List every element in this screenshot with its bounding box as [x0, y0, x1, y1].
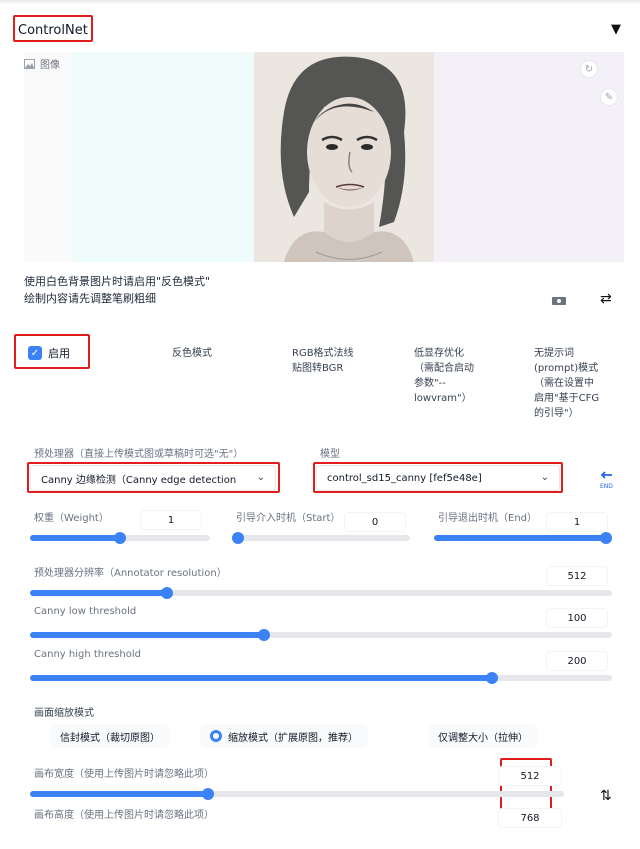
swap-dimensions-icon[interactable]: ⇅ [600, 788, 612, 804]
resize-option-label: 信封模式（裁切原图） [60, 732, 160, 744]
image-margin-left [72, 52, 254, 262]
guess-mode-label: 的引导"） [534, 408, 579, 419]
image-label: 图像 [24, 56, 60, 71]
resize-option-scale[interactable]: 缩放模式（扩展原图，推荐） [200, 724, 368, 748]
guidance-start-input[interactable]: 0 [344, 512, 406, 532]
canny-low-input[interactable]: 100 [546, 608, 608, 628]
canvas-width-label: 画布宽度（使用上传图片时请忽略此项） [34, 769, 214, 780]
image-label-text: 图像 [40, 60, 60, 71]
model-select[interactable]: control_sd15_canny [fef5e48e] ⌄ [316, 465, 560, 491]
slider-fill [434, 535, 606, 541]
canvas-width-input[interactable]: 512 [498, 766, 562, 786]
lowvram-label: 低显存优化 [414, 348, 464, 359]
weight-label: 权重（Weight） [34, 513, 109, 524]
usage-note-line: 绘制内容请先调整笔刷粗细 [24, 292, 156, 305]
canny-high-slider[interactable] [30, 672, 612, 684]
slider-thumb[interactable] [600, 532, 612, 544]
guess-mode-label: 无提示词 [534, 348, 574, 359]
slider-thumb[interactable] [258, 629, 270, 641]
portrait-sketch [254, 52, 434, 262]
invert-label: 反色模式 [172, 348, 212, 359]
canvas-height-label: 画布高度（使用上传图片时请忽略此项） [34, 810, 214, 821]
edit-icon[interactable]: ✎ [600, 88, 618, 106]
slider-fill [30, 632, 264, 638]
radio-selected-icon[interactable] [210, 730, 222, 742]
lowvram-option[interactable]: 低显存优化 （需配合启动 参数"-- lowvram"） [414, 346, 474, 406]
refresh-icon[interactable]: ↻ [580, 60, 598, 78]
svg-text:END: END [600, 483, 613, 490]
preprocessor-label: 预处理器（直接上传模式图或草稿时可选"无"） [34, 449, 244, 460]
preprocessor-value: Canny 边缘检测（Canny edge detection [41, 474, 237, 486]
guess-mode-label: （需在设置中 [534, 378, 594, 389]
resize-mode-title: 画面缩放模式 [34, 708, 94, 719]
annotator-resolution-slider[interactable] [30, 587, 612, 599]
guidance-end-label: 引导退出时机（End） [438, 513, 538, 524]
controlnet-panel: ControlNet ▼ 图像 ↻ ✎ 使用白色背景图片时请启用"反色模式" 绘… [0, 0, 640, 849]
camera-icon[interactable] [552, 296, 566, 305]
slider-thumb[interactable] [232, 532, 244, 544]
checkbox-checked-icon[interactable]: ✓ [28, 346, 42, 360]
model-label: 模型 [320, 449, 340, 460]
guidance-end-slider[interactable] [434, 532, 612, 544]
top-divider [0, 0, 640, 4]
triangle-down-icon[interactable]: ▼ [611, 22, 621, 37]
rgb-bgr-label: RGB格式法线 [292, 348, 354, 359]
invert-option[interactable]: 反色模式 [172, 346, 212, 361]
uploaded-portrait-image[interactable] [254, 52, 434, 262]
slider-fill [30, 535, 120, 541]
guidance-start-slider[interactable] [232, 532, 410, 544]
slider-thumb[interactable] [114, 532, 126, 544]
resize-option-label: 缩放模式（扩展原图，推荐） [228, 732, 358, 744]
resize-option-label: 仅调整大小（拉伸） [438, 732, 528, 744]
slider-fill [30, 590, 168, 596]
guess-mode-label: 启用"基于CFG [534, 393, 600, 404]
slider-thumb[interactable] [161, 587, 174, 599]
usage-note: 使用白色背景图片时请启用"反色模式" 绘制内容请先调整笔刷粗细 [24, 273, 210, 307]
panel-title[interactable]: ControlNet [18, 23, 88, 38]
image-icon [24, 58, 35, 69]
slider-fill [30, 791, 209, 797]
guidance-start-label: 引导介入时机（Start） [236, 513, 341, 524]
lowvram-label: 参数"-- [414, 378, 446, 389]
slider-thumb[interactable] [486, 672, 498, 684]
usage-note-line: 使用白色背景图片时请启用"反色模式" [24, 275, 211, 288]
annotator-resolution-input[interactable]: 512 [546, 566, 608, 586]
guess-mode-label: (prompt)模式 [534, 363, 599, 374]
canny-low-label: Canny low threshold [34, 606, 137, 617]
rgb-bgr-label: 贴图转BGR [292, 363, 344, 374]
image-margin-right [434, 52, 624, 262]
model-value: control_sd15_canny [fef5e48e] [327, 472, 482, 484]
enable-checkbox[interactable]: ✓ 启用 [28, 345, 70, 361]
guess-mode-option[interactable]: 无提示词 (prompt)模式 （需在设置中 启用"基于CFG 的引导"） [534, 346, 599, 421]
preprocessor-select[interactable]: Canny 边缘检测（Canny edge detection ⌄ [30, 465, 276, 491]
rgb-bgr-option[interactable]: RGB格式法线 贴图转BGR [292, 346, 354, 376]
canvas-width-slider[interactable] [30, 788, 564, 800]
canny-low-slider[interactable] [30, 629, 612, 641]
weight-slider[interactable] [30, 532, 210, 544]
canny-high-label: Canny high threshold [34, 649, 141, 660]
enable-label: 启用 [48, 347, 70, 360]
canny-high-input[interactable]: 200 [546, 651, 608, 671]
chevron-down-icon[interactable]: ⌄ [257, 472, 265, 483]
weight-input[interactable]: 1 [140, 510, 202, 530]
resize-option-crop[interactable]: 信封模式（裁切原图） [50, 724, 170, 748]
swap-icon[interactable]: ⇄ [600, 291, 612, 307]
guidance-end-input[interactable]: 1 [546, 512, 608, 532]
lowvram-label: lowvram"） [414, 393, 472, 404]
annotator-resolution-label: 预处理器分辨率（Annotator resolution） [34, 568, 227, 579]
chevron-down-icon[interactable]: ⌄ [541, 472, 549, 483]
slider-thumb[interactable] [202, 788, 215, 800]
resize-option-stretch[interactable]: 仅调整大小（拉伸） [428, 724, 538, 748]
canvas-height-input[interactable]: 768 [498, 808, 562, 828]
send-to-end-icon[interactable]: END [598, 470, 616, 490]
lowvram-label: （需配合启动 [414, 363, 474, 374]
slider-fill [30, 675, 492, 681]
